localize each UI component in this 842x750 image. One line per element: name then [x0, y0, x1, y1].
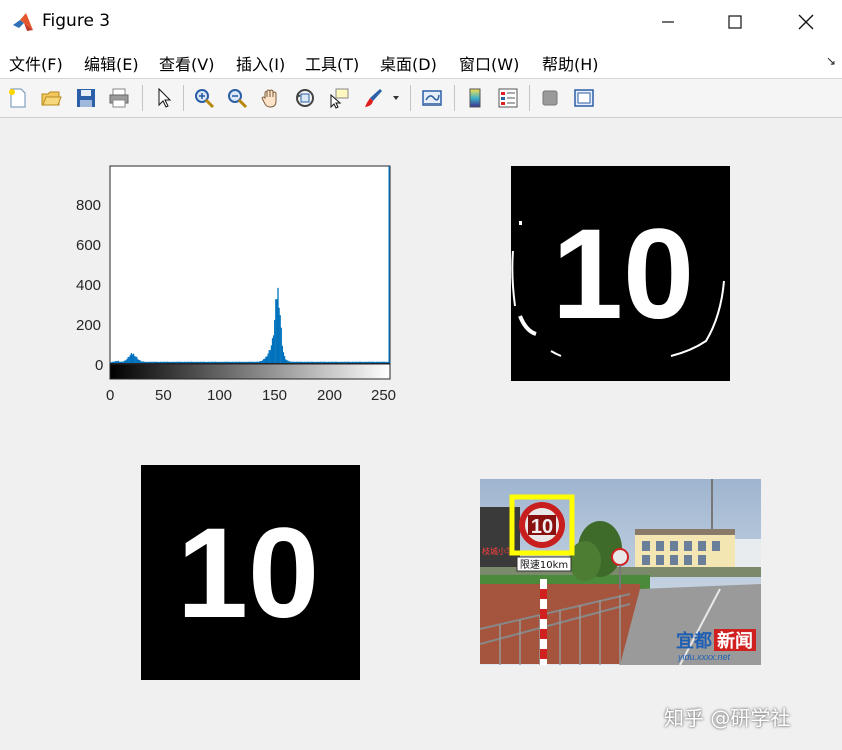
- logo-url-text: yidu.xxxx.net: [677, 652, 731, 662]
- new-figure-button[interactable]: [4, 84, 32, 112]
- matlab-logo-icon: [13, 13, 33, 31]
- show-plot-tools-button[interactable]: [570, 84, 598, 112]
- data-cursor-icon: [330, 88, 349, 109]
- dock-arrow-icon[interactable]: ↘: [826, 54, 836, 68]
- binary-image-top[interactable]: 10: [511, 166, 730, 381]
- school-sign-text: 枝城小学: [482, 546, 514, 556]
- hide-plot-tools-icon: [542, 90, 558, 106]
- logo-text-part2: 新闻: [717, 630, 753, 652]
- rotate-3d-icon: [296, 89, 314, 107]
- colorbar-button[interactable]: [461, 84, 489, 112]
- legend-icon: [498, 88, 518, 108]
- toolbar-separator: [410, 85, 411, 111]
- window-title: Figure 3: [42, 11, 111, 31]
- toolbar-separator: [142, 85, 143, 111]
- speed-sign-caption: 限速10km: [520, 559, 568, 571]
- link-plot-button[interactable]: [418, 84, 446, 112]
- histogram-plot[interactable]: [108, 164, 392, 382]
- hide-plot-tools-button[interactable]: [536, 84, 564, 112]
- toolbar-separator: [183, 85, 184, 111]
- grayscale-colorbar: [109, 363, 391, 380]
- x-tick-label: 50: [155, 387, 172, 404]
- brush-dropdown-icon: [393, 96, 399, 100]
- colorbar-icon: [469, 88, 481, 108]
- data-cursor-button[interactable]: [325, 84, 353, 112]
- legend-button[interactable]: [494, 84, 522, 112]
- menu-tools[interactable]: 工具(T): [305, 51, 359, 75]
- new-figure-icon: [9, 88, 26, 108]
- x-tick-label: 150: [262, 387, 288, 404]
- toolbar: [0, 79, 842, 118]
- select-pointer-button[interactable]: [150, 84, 178, 112]
- zoom-out-icon: [228, 89, 248, 109]
- maximize-button[interactable]: [712, 0, 758, 44]
- zoom-in-icon: [195, 89, 215, 109]
- menu-file[interactable]: 文件(F): [9, 51, 63, 75]
- print-button[interactable]: [105, 84, 133, 112]
- menu-edit[interactable]: 编辑(E): [84, 51, 139, 75]
- toolbar-separator: [454, 85, 455, 111]
- save-icon: [77, 89, 95, 107]
- minimize-icon: [662, 21, 674, 23]
- brush-dropdown-button[interactable]: [389, 84, 403, 112]
- brush-icon: [365, 89, 382, 107]
- maximize-icon: [728, 15, 742, 29]
- x-tick-label: 250: [371, 387, 397, 404]
- figure-canvas: 800 600 400 200 0 0 50 100 150 200 250 1…: [0, 118, 842, 750]
- select-pointer-icon: [158, 87, 172, 108]
- pan-button[interactable]: [257, 84, 285, 112]
- menu-window[interactable]: 窗口(W): [459, 51, 519, 75]
- menu-bar: 文件(F) 编辑(E) 查看(V) 插入(I) 工具(T) 桌面(D) 窗口(W…: [0, 44, 842, 79]
- y-tick-label: 600: [76, 237, 102, 254]
- y-tick-label: 800: [76, 197, 102, 214]
- title-bar: Figure 3: [0, 0, 842, 44]
- menu-help[interactable]: 帮助(H): [542, 51, 599, 75]
- sign-digit-text: 10: [531, 516, 553, 538]
- print-icon: [109, 88, 129, 108]
- x-tick-label: 0: [106, 387, 115, 404]
- zoom-out-button[interactable]: [223, 84, 251, 112]
- pan-hand-icon: [261, 89, 277, 108]
- brush-button[interactable]: [359, 84, 387, 112]
- rotate-3d-button[interactable]: [291, 84, 319, 112]
- street-photo[interactable]: 枝城小学 限速10km 10 宜都 新闻 yidu.xxxx.net: [480, 479, 761, 665]
- minimize-button[interactable]: [645, 0, 691, 44]
- y-tick-label: 0: [95, 357, 104, 374]
- y-tick-label: 400: [76, 277, 102, 294]
- open-file-icon: [41, 91, 62, 106]
- close-button[interactable]: [783, 0, 829, 44]
- digit-text: 10: [552, 203, 694, 346]
- y-tick-label: 200: [76, 317, 102, 334]
- logo-text-part1: 宜都: [676, 630, 712, 652]
- histogram-bar: [388, 166, 390, 363]
- binary-image-bottom[interactable]: 10: [141, 465, 360, 680]
- x-tick-label: 200: [317, 387, 343, 404]
- menu-view[interactable]: 查看(V): [159, 51, 214, 75]
- link-plot-icon: [422, 90, 442, 106]
- zoom-in-button[interactable]: [190, 84, 218, 112]
- menu-insert[interactable]: 插入(I): [236, 51, 285, 75]
- menu-desktop[interactable]: 桌面(D): [380, 51, 437, 75]
- digit-text: 10: [177, 502, 319, 645]
- watermark-text: 知乎 @研学社: [664, 706, 791, 730]
- show-plot-tools-icon: [574, 89, 594, 107]
- close-icon: [798, 14, 814, 30]
- toolbar-separator: [529, 85, 530, 111]
- open-file-button[interactable]: [37, 84, 65, 112]
- save-button[interactable]: [72, 84, 100, 112]
- x-tick-label: 100: [207, 387, 233, 404]
